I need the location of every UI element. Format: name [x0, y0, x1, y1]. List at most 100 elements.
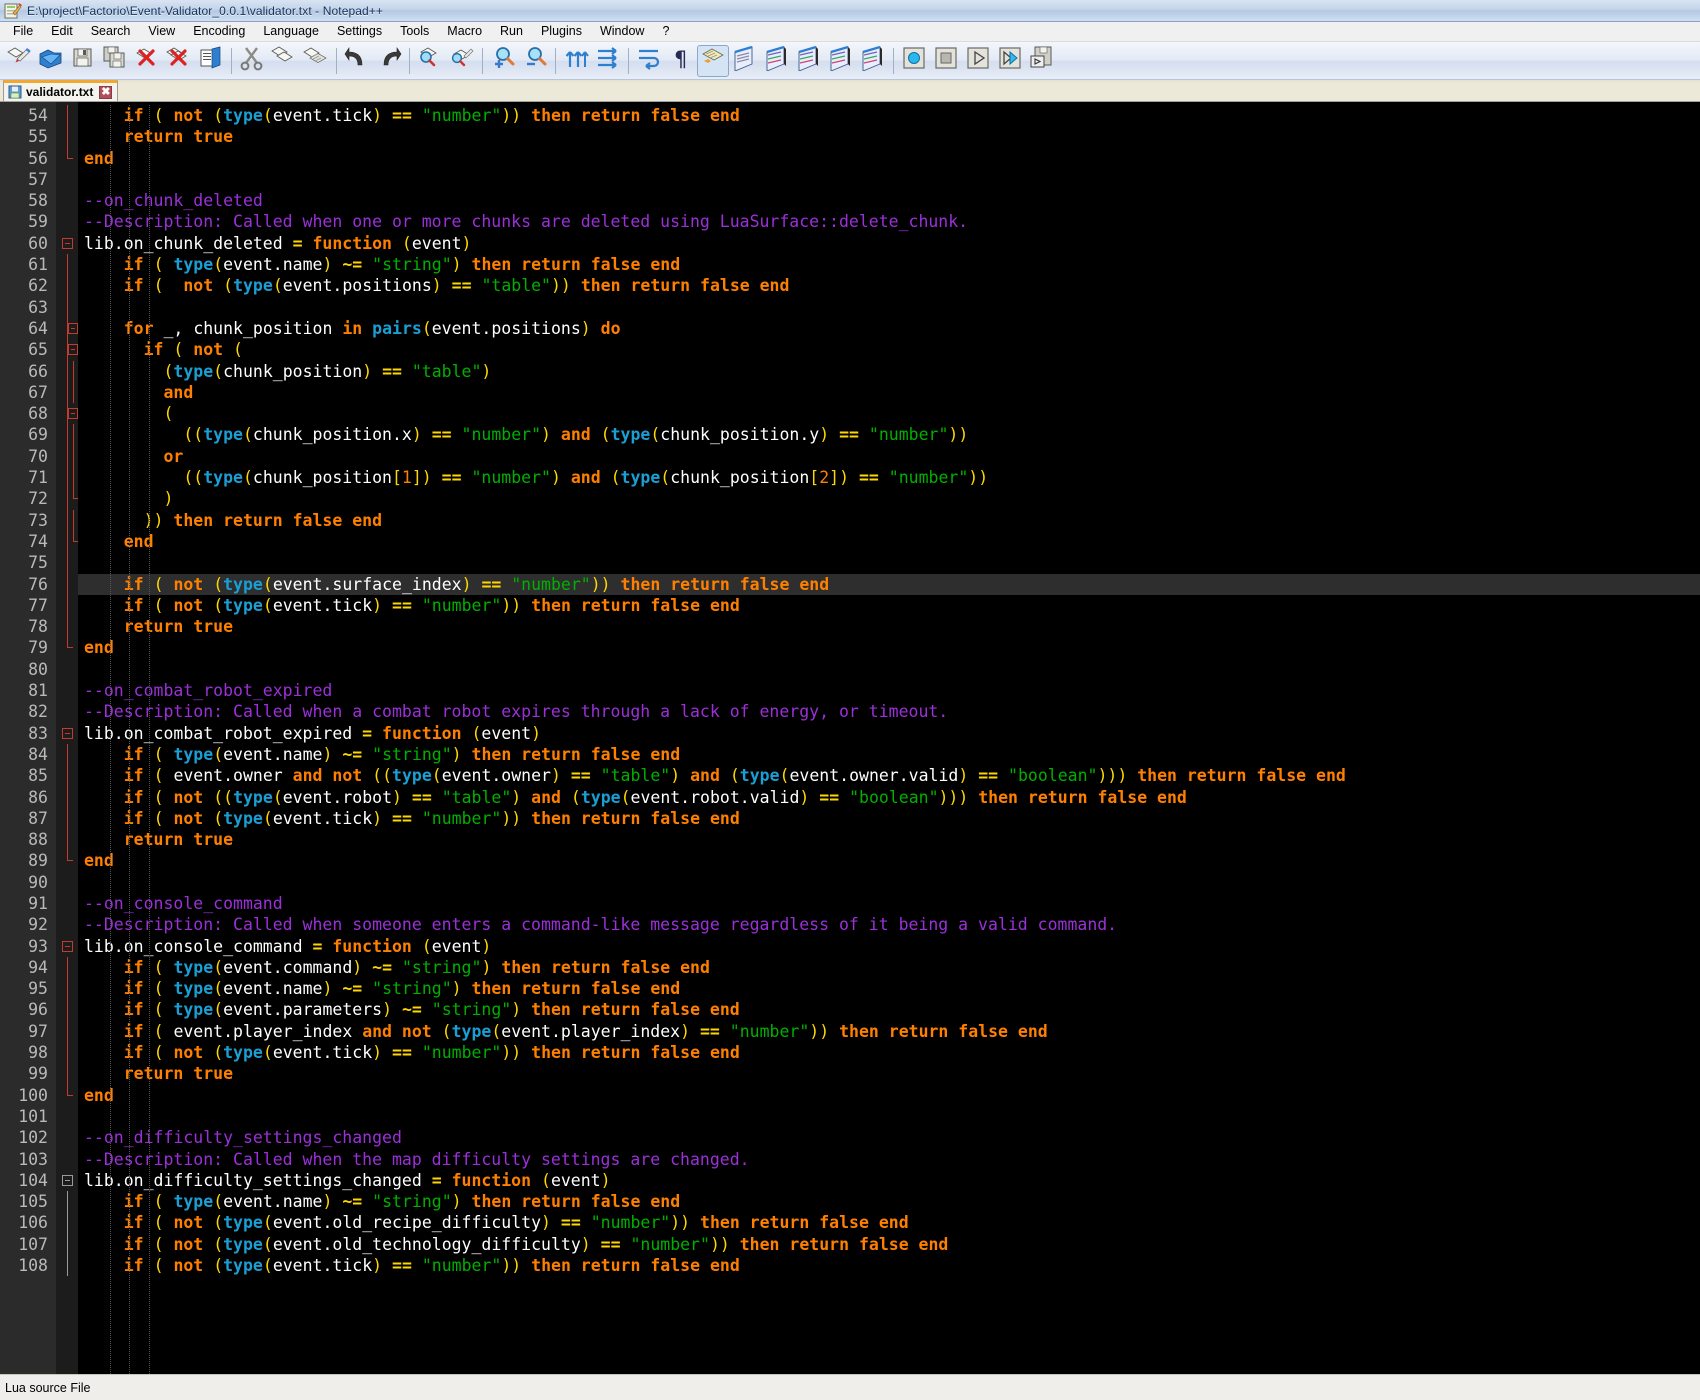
code-line[interactable]: )) then return false end: [78, 510, 1700, 531]
fold-collapse-box[interactable]: [68, 323, 78, 335]
fold-marker[interactable]: [56, 233, 78, 254]
fold-marker[interactable]: [56, 1063, 78, 1085]
fold-marker[interactable]: [56, 786, 78, 808]
fold-marker[interactable]: [56, 659, 78, 680]
code-line[interactable]: if ( not (type(event.tick) == "number"))…: [78, 808, 1700, 829]
fold-marker[interactable]: [56, 339, 78, 361]
toolbar-button-save-macro[interactable]: [1026, 45, 1058, 77]
code-line[interactable]: if ( type(event.name) ~= "string") then …: [78, 744, 1700, 765]
fold-marker[interactable]: [56, 552, 78, 574]
toolbar-button-collapse-all[interactable]: [761, 45, 793, 77]
code-line[interactable]: if ( event.owner and not ((type(event.ow…: [78, 765, 1700, 786]
code-line[interactable]: [78, 169, 1700, 190]
toolbar-button-undo[interactable]: [341, 45, 373, 77]
fold-marker[interactable]: [56, 530, 79, 553]
fold-marker[interactable]: [56, 467, 78, 489]
code-line[interactable]: return true: [78, 126, 1700, 147]
code-line[interactable]: lib.on_combat_robot_expired = function (…: [78, 723, 1700, 744]
code-line[interactable]: ): [78, 488, 1700, 509]
fold-collapse-box[interactable]: [61, 940, 73, 952]
toolbar-button-playback-macro[interactable]: [962, 45, 994, 77]
code-line[interactable]: if ( type(event.parameters) ~= "string")…: [78, 999, 1700, 1020]
menu-item-search[interactable]: Search: [82, 22, 140, 41]
fold-marker[interactable]: [56, 190, 78, 211]
toolbar-button-zoom-in[interactable]: [487, 45, 519, 77]
close-tab-icon[interactable]: ✖: [99, 85, 113, 99]
code-line[interactable]: if ( type(event.name) ~= "string") then …: [78, 1191, 1700, 1212]
fold-marker[interactable]: [56, 1170, 78, 1191]
fold-marker[interactable]: [56, 701, 78, 722]
fold-marker[interactable]: [56, 850, 78, 871]
fold-marker[interactable]: [56, 978, 78, 1000]
document-tab[interactable]: validator.txt ✖: [3, 80, 119, 101]
menu-item-edit[interactable]: Edit: [42, 22, 82, 41]
toolbar-button-sync-horizontal-scrolling[interactable]: [592, 45, 624, 77]
fold-marker[interactable]: [56, 637, 78, 658]
code-line[interactable]: if ( type(event.command) ~= "string") th…: [78, 957, 1700, 978]
fold-marker[interactable]: [56, 1191, 78, 1213]
toolbar-button-close-file[interactable]: [131, 45, 163, 77]
code-line[interactable]: --on_combat_robot_expired: [78, 680, 1700, 701]
code-folding-margin[interactable]: [56, 102, 79, 1374]
menu-item-window[interactable]: Window: [591, 22, 653, 41]
fold-marker[interactable]: [56, 594, 78, 617]
menu-item-tools[interactable]: Tools: [391, 22, 438, 41]
toolbar-button-redo[interactable]: [373, 45, 405, 77]
code-line[interactable]: lib.on_chunk_deleted = function (event): [78, 233, 1700, 254]
code-line[interactable]: ((type(chunk_position.x) == "number") an…: [78, 424, 1700, 445]
code-line[interactable]: return true: [78, 829, 1700, 850]
fold-marker[interactable]: [56, 317, 78, 340]
code-line[interactable]: if ( not (type(event.tick) == "number"))…: [78, 1042, 1700, 1063]
fold-marker[interactable]: [56, 1255, 78, 1277]
editor-area[interactable]: 54 55 56 57 58 59 60 61 62 63 64 65 66 67 68 69 70 71 72 73…: [0, 102, 1700, 1374]
code-line[interactable]: if ( not (type(event.tick) == "number"))…: [78, 105, 1700, 126]
toolbar-button-replace[interactable]: [446, 45, 478, 77]
toolbar-button-user-defined-dialog[interactable]: [729, 45, 761, 77]
fold-marker[interactable]: [56, 765, 78, 787]
fold-marker[interactable]: [56, 488, 79, 510]
menu-item-plugins[interactable]: Plugins: [532, 22, 591, 41]
toolbar-button-collapse-level[interactable]: [825, 45, 857, 77]
fold-marker[interactable]: [56, 254, 78, 276]
code-line[interactable]: [78, 552, 1700, 573]
fold-marker[interactable]: [56, 1106, 78, 1127]
fold-marker[interactable]: [56, 424, 78, 446]
toolbar-button-show-all-characters[interactable]: ¶: [665, 45, 697, 77]
fold-marker[interactable]: [56, 1127, 78, 1148]
toolbar-button-run-macro-multiple[interactable]: [994, 45, 1026, 77]
fold-marker[interactable]: [56, 147, 78, 169]
code-line[interactable]: if ( type(event.name) ~= "string") then …: [78, 254, 1700, 275]
code-line[interactable]: if ( not ((type(event.robot) == "table")…: [78, 787, 1700, 808]
fold-marker[interactable]: [56, 509, 78, 531]
fold-marker[interactable]: [56, 616, 78, 638]
code-line[interactable]: if ( event.player_index and not (type(ev…: [78, 1021, 1700, 1042]
toolbar-button-uncollapse-level[interactable]: [857, 45, 889, 77]
menu-item-macro[interactable]: Macro: [438, 22, 491, 41]
fold-marker[interactable]: [56, 807, 78, 830]
toolbar-button-indent-guide[interactable]: [697, 44, 729, 77]
menu-item-language[interactable]: Language: [254, 22, 328, 41]
fold-marker[interactable]: [56, 1020, 78, 1043]
code-line[interactable]: end: [78, 850, 1700, 871]
code-line[interactable]: [78, 659, 1700, 680]
code-line[interactable]: end: [78, 148, 1700, 169]
toolbar-button-save[interactable]: [67, 45, 99, 77]
fold-collapse-box[interactable]: [61, 237, 73, 249]
code-line[interactable]: end: [78, 531, 1700, 552]
fold-marker[interactable]: [56, 872, 78, 893]
toolbar-button-paste[interactable]: [300, 45, 332, 77]
menu-item-run[interactable]: Run: [491, 22, 532, 41]
fold-marker[interactable]: [56, 956, 78, 979]
toolbar-button-save-all[interactable]: [99, 45, 131, 77]
fold-marker[interactable]: [56, 893, 78, 914]
code-line[interactable]: return true: [78, 616, 1700, 637]
code-line[interactable]: lib.on_console_command = function (event…: [78, 936, 1700, 957]
menu-item-file[interactable]: File: [4, 22, 42, 41]
code-line[interactable]: and: [78, 382, 1700, 403]
code-line[interactable]: --Description: Called when the map diffi…: [78, 1149, 1700, 1170]
fold-marker[interactable]: [56, 1042, 78, 1064]
fold-collapse-box[interactable]: [61, 1174, 73, 1186]
toolbar-button-word-wrap[interactable]: [633, 45, 665, 77]
menu-item-view[interactable]: View: [139, 22, 184, 41]
code-line[interactable]: if ( type(event.name) ~= "string") then …: [78, 978, 1700, 999]
